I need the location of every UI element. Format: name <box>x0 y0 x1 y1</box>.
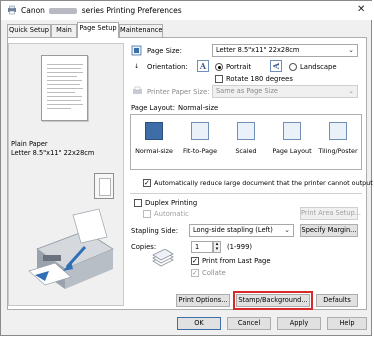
duplex-label: Duplex Printing <box>145 199 198 207</box>
window-title: Canon series Printing Preferences <box>21 6 182 15</box>
defaults-button[interactable]: Defaults <box>316 294 358 307</box>
orientation-label: Orientation: <box>147 63 188 71</box>
chevron-down-icon: ⌄ <box>348 87 354 95</box>
fit-to-page-icon <box>191 122 209 140</box>
layout-scaled[interactable]: Scaled <box>223 122 269 166</box>
page-size-select[interactable]: Letter 8.5"x11" 22x28cm ⌄ <box>212 44 358 57</box>
tab-quick-setup[interactable]: Quick Setup <box>7 24 51 37</box>
layout-page-layout[interactable]: Page Layout <box>269 122 315 166</box>
copies-range: (1-999) <box>227 243 253 251</box>
title-prefix: Canon <box>21 6 45 15</box>
stamp-background-button[interactable]: Stamp/Background... <box>233 291 313 310</box>
layout-label: Fit-to-Page <box>182 147 218 155</box>
page-size-icon <box>131 45 142 56</box>
collate-checkbox[interactable] <box>191 269 199 277</box>
stapling-side-select[interactable]: Long-side stapling (Left) ⌄ <box>189 224 294 237</box>
orientation-arrow-icon: ↓ <box>134 63 140 70</box>
title-bar: Canon series Printing Preferences ✕ <box>1 1 373 20</box>
page-layout-label: Page Layout: <box>131 104 176 112</box>
page-layout-icon <box>283 122 301 140</box>
tab-page-setup[interactable]: Page Setup <box>77 22 119 38</box>
printing-preferences-window: Canon series Printing Preferences ✕ Quic… <box>0 0 373 336</box>
paper-source-icon <box>94 173 114 199</box>
landscape-icon: A <box>270 60 282 72</box>
chevron-down-icon: ⌄ <box>284 226 290 234</box>
layout-tiling-poster[interactable]: Tiling/Poster <box>315 122 361 166</box>
page-size-label: Page Size: <box>147 47 182 55</box>
rotate-180-label: Rotate 180 degrees <box>226 75 293 83</box>
redacted-model-name <box>49 8 78 14</box>
cancel-button[interactable]: Cancel <box>227 317 271 330</box>
duplex-checkbox[interactable] <box>134 199 142 207</box>
landscape-label: Landscape <box>300 63 337 71</box>
close-icon[interactable]: ✕ <box>357 4 365 15</box>
printer-paper-size-value: Same as Page Size <box>216 87 278 95</box>
normal-size-icon <box>145 122 163 140</box>
print-area-setup-button[interactable]: Print Area Setup... <box>300 207 361 220</box>
print-from-last-page-label: Print from Last Page <box>202 257 271 265</box>
scaled-icon <box>237 122 255 140</box>
media-type-text: Plain Paper <box>11 140 48 148</box>
page-size-value: Letter 8.5"x11" 22x28cm <box>216 46 300 54</box>
tiling-poster-icon <box>329 122 347 140</box>
printer-paper-size-label: Printer Paper Size: <box>147 88 210 96</box>
title-suffix: series Printing Preferences <box>81 6 182 15</box>
page-layout-list: Normal-size Fit-to-Page Scaled Page Layo… <box>130 114 362 170</box>
help-button[interactable]: Help <box>327 317 367 330</box>
portrait-icon: A <box>197 60 209 72</box>
divider <box>130 193 362 194</box>
collate-label: Collate <box>202 269 226 277</box>
duplex-automatic-checkbox[interactable] <box>143 210 151 218</box>
auto-reduce-label: Automatically reduce large document that… <box>154 179 373 187</box>
layout-normal-size[interactable]: Normal-size <box>131 122 177 166</box>
stapling-side-value: Long-side stapling (Left) <box>193 226 273 234</box>
print-from-last-page-checkbox[interactable] <box>191 257 199 265</box>
printer-illustration-icon <box>28 208 114 289</box>
copies-stack-icon <box>152 249 174 267</box>
copies-stepper[interactable]: ▴ ▾ <box>213 241 221 253</box>
printer-paper-size-select[interactable]: Same as Page Size ⌄ <box>212 85 358 98</box>
rotate-180-checkbox[interactable] <box>215 75 223 83</box>
layout-label: Normal-size <box>135 147 173 155</box>
media-summary: Plain Paper Letter 8.5"x11" 22x28cm <box>11 140 94 158</box>
landscape-radio[interactable] <box>289 63 297 71</box>
media-size-text: Letter 8.5"x11" 22x28cm <box>11 149 95 157</box>
page-layout-current: Normal-size <box>178 104 219 112</box>
layout-label: Tiling/Poster <box>318 147 358 155</box>
portrait-radio[interactable] <box>215 63 223 71</box>
layout-label: Scaled <box>235 147 257 155</box>
duplex-automatic-label: Automatic <box>154 210 189 218</box>
copies-input[interactable]: 1 <box>191 241 213 253</box>
apply-button[interactable]: Apply <box>277 317 321 330</box>
auto-reduce-checkbox[interactable] <box>143 179 151 187</box>
portrait-label: Portrait <box>226 63 251 71</box>
layout-label: Page Layout <box>272 147 312 155</box>
specify-margin-button[interactable]: Specify Margin... <box>300 224 358 237</box>
layout-fit-to-page[interactable]: Fit-to-Page <box>177 122 223 166</box>
tab-main[interactable]: Main <box>51 24 77 37</box>
printer-paper-icon <box>133 86 142 94</box>
stapling-side-label: Stapling Side: <box>131 227 179 235</box>
chevron-down-icon: ⌄ <box>348 46 354 54</box>
ok-button[interactable]: OK <box>177 317 221 330</box>
print-options-button[interactable]: Print Options... <box>176 294 230 307</box>
page-preview <box>41 55 88 121</box>
printer-app-icon <box>8 5 16 15</box>
tab-maintenance[interactable]: Maintenance <box>119 24 163 37</box>
